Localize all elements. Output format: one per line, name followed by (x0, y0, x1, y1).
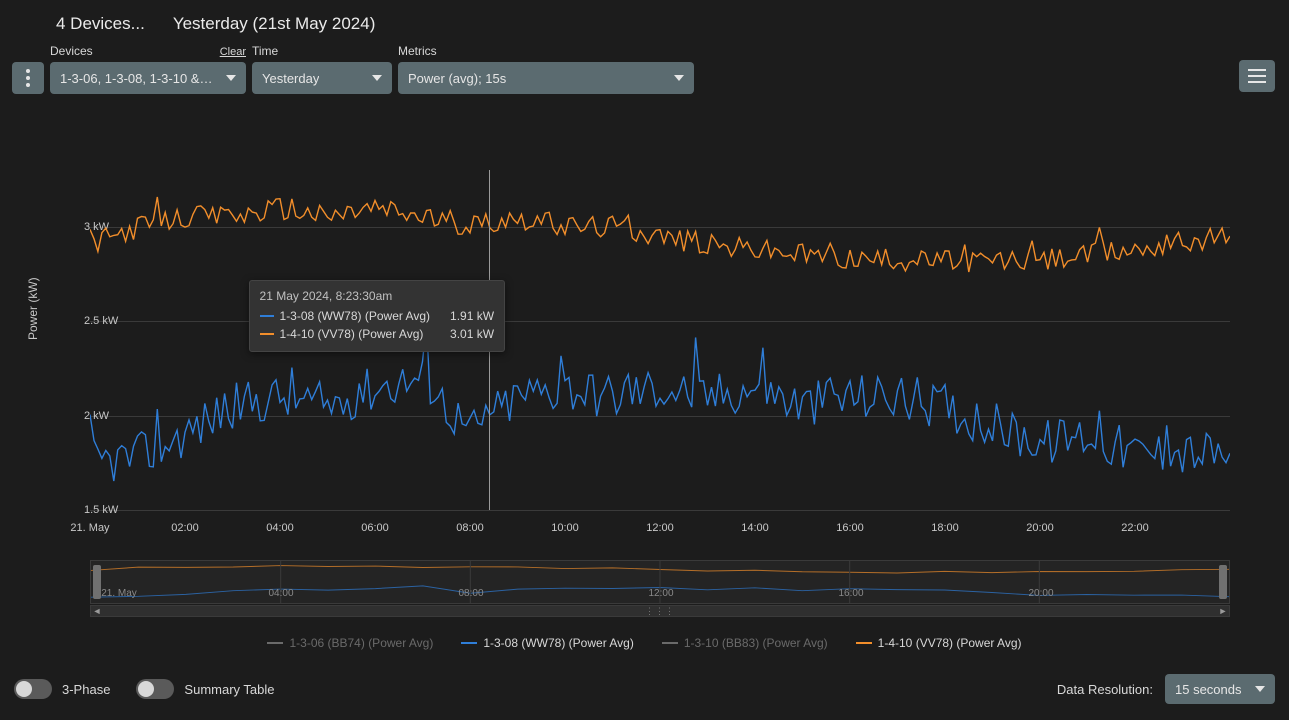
scroll-right-icon[interactable]: ► (1217, 606, 1229, 616)
chevron-down-icon (226, 75, 236, 81)
chart-navigator[interactable]: 21. May04:0008:0012:0016:0020:00 (90, 560, 1230, 604)
x-tick: 06:00 (361, 522, 389, 534)
chevron-down-icon (372, 75, 382, 81)
resolution-label: Data Resolution: (1057, 682, 1153, 697)
legend-item[interactable]: 1-3-10 (BB83) (Power Avg) (662, 636, 828, 650)
time-filter-label: Time (252, 44, 278, 58)
resolution-dropdown[interactable]: 15 seconds (1165, 674, 1275, 704)
scroll-left-icon[interactable]: ◄ (91, 606, 103, 616)
devices-filter-label: Devices (50, 44, 93, 58)
x-tick: 16:00 (836, 522, 864, 534)
x-tick: 10:00 (551, 522, 579, 534)
legend-item[interactable]: 1-4-10 (VV78) (Power Avg) (856, 636, 1022, 650)
more-actions-button[interactable] (12, 62, 44, 94)
x-tick: 20:00 (1026, 522, 1054, 534)
time-dropdown[interactable]: Yesterday (252, 62, 392, 94)
chevron-down-icon (1255, 686, 1265, 692)
tooltip-time: 21 May 2024, 8:23:30am (260, 289, 495, 303)
x-tick: 12:00 (646, 522, 674, 534)
legend-item[interactable]: 1-3-06 (BB74) (Power Avg) (267, 636, 433, 650)
date-title: Yesterday (21st May 2024) (173, 14, 376, 34)
chart-legend: 1-3-06 (BB74) (Power Avg) 1-3-08 (WW78) (… (0, 636, 1289, 650)
x-tick: 02:00 (171, 522, 199, 534)
device-count-title: 4 Devices... (56, 14, 145, 34)
chart-menu-button[interactable] (1239, 60, 1275, 92)
x-tick: 18:00 (931, 522, 959, 534)
chevron-down-icon (674, 75, 684, 81)
devices-dropdown[interactable]: 1-3-06, 1-3-08, 1-3-10 & 1-… (50, 62, 246, 94)
x-tick: 21. May (70, 522, 109, 534)
metrics-dropdown[interactable]: Power (avg); 15s (398, 62, 694, 94)
x-tick: 04:00 (266, 522, 294, 534)
navigator-handle-left[interactable] (93, 565, 101, 599)
toggle-3phase[interactable]: 3-Phase (14, 679, 110, 699)
legend-item[interactable]: 1-3-08 (WW78) (Power Avg) (461, 636, 634, 650)
chart-area[interactable]: 1.5 kW2 kW2.5 kW3 kW 21. May02:0004:0006… (60, 170, 1230, 530)
chart-tooltip: 21 May 2024, 8:23:30am 1-3-08 (WW78) (Po… (249, 280, 506, 352)
x-tick: 14:00 (741, 522, 769, 534)
metrics-filter-label: Metrics (398, 44, 437, 58)
x-tick: 08:00 (456, 522, 484, 534)
toggle-summary-table[interactable]: Summary Table (136, 679, 274, 699)
navigator-handle-right[interactable] (1219, 565, 1227, 599)
x-tick: 22:00 (1121, 522, 1149, 534)
navigator-scrollbar[interactable]: ◄ ⋮⋮⋮ ► (90, 605, 1230, 617)
devices-clear-link[interactable]: Clear (220, 46, 246, 58)
y-axis-title: Power (kW) (26, 277, 40, 340)
